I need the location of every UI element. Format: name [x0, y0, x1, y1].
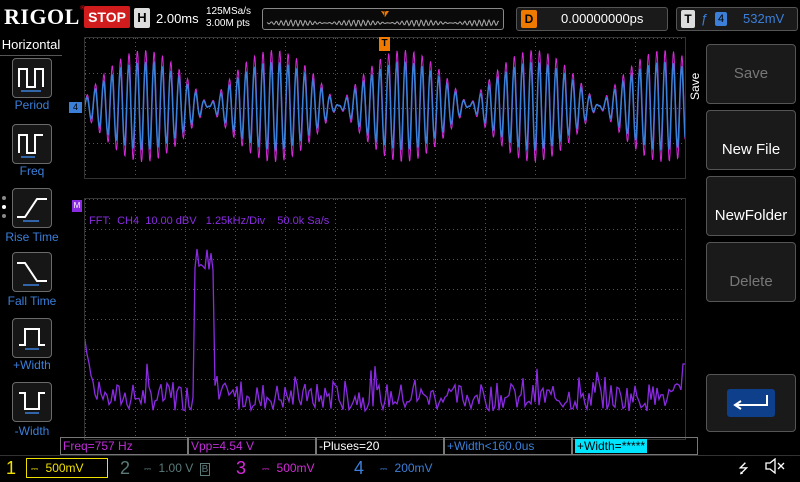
run-stop-status[interactable]: STOP: [84, 6, 130, 28]
horizontal-menu-title: Horizontal: [1, 37, 61, 52]
positive-width-button[interactable]: [12, 318, 52, 358]
freq-button[interactable]: [12, 124, 52, 164]
save-menu-title: Save: [688, 72, 702, 100]
ch1-panel[interactable]: ⎓ 500mV: [26, 458, 108, 478]
fft-grid[interactable]: FFT: CH4 10.00 dBV 1.25kHz/Div 50.0k Sa/…: [84, 198, 686, 440]
delay-value: 0.00000000ps: [561, 11, 644, 26]
save-button[interactable]: Save: [706, 44, 796, 104]
period-label: Period: [14, 98, 50, 112]
fft-info-label: FFT: CH4 10.00 dBV 1.25kHz/Div 50.0k Sa/…: [89, 215, 330, 227]
negative-width-label: -Width: [14, 424, 50, 438]
memory-overview-bar[interactable]: T: [262, 8, 504, 30]
ch1-number[interactable]: 1: [6, 457, 16, 479]
math-offset-marker[interactable]: M: [72, 200, 82, 212]
usb-icon: ⭍: [738, 461, 749, 476]
fall-time-label: Fall Time: [7, 294, 57, 308]
return-button[interactable]: [706, 374, 796, 432]
period-icon: [18, 68, 44, 92]
fall-time-icon: [17, 262, 47, 286]
trigger-panel[interactable]: T ƒ 4 532mV: [676, 7, 798, 31]
trigger-level: 532mV: [743, 11, 785, 26]
ch3-coupling-icon: ⎓: [262, 464, 270, 474]
delay-key: D: [521, 10, 537, 28]
timebase-value[interactable]: 2.00ms: [156, 11, 199, 26]
rise-time-label: Rise Time: [5, 230, 59, 244]
fall-time-button[interactable]: [12, 252, 52, 292]
ch3-number[interactable]: 3: [236, 457, 246, 479]
measurement-vpp[interactable]: Vpp=4.54 V: [188, 437, 316, 455]
ch2-scale: 1.00 V: [158, 461, 194, 475]
positive-width-icon: [19, 328, 45, 350]
ch1-scale: 500mV: [45, 461, 84, 475]
delay-panel[interactable]: D 0.00000000ps: [516, 7, 668, 31]
trigger-edge-icon: ƒ: [701, 11, 709, 26]
ch3-panel[interactable]: ⎓ 500mV: [258, 457, 338, 479]
ch4-offset-marker[interactable]: 4: [69, 102, 82, 113]
svg-text:T: T: [382, 11, 387, 18]
sample-rate: 125MSa/s: [206, 6, 252, 17]
measurement-pos-width-2[interactable]: +Width=*****: [572, 437, 698, 455]
negative-width-icon: [19, 392, 45, 414]
memory-depth: 3.00M pts: [206, 18, 250, 29]
trigger-key: T: [681, 10, 695, 28]
page-dot-active: [2, 205, 6, 209]
new-folder-button[interactable]: NewFolder: [706, 176, 796, 236]
ch2-panel[interactable]: ⎓ 1.00 V B: [140, 457, 216, 479]
measurement-pos-width-2-value: +Width=*****: [575, 439, 648, 453]
fft-trace: [85, 248, 685, 413]
acquisition-info: 125MSa/s 3.00M pts: [206, 6, 258, 30]
freq-label: Freq: [19, 164, 45, 178]
freq-icon: [18, 134, 43, 158]
waveform-grid[interactable]: [84, 37, 686, 179]
top-status-bar: RIGOL® STOP H 2.00ms 125MSa/s 3.00M pts …: [0, 0, 800, 36]
ch2-bandwidth-icon: B: [199, 463, 211, 476]
ch4-scale: 200mV: [394, 461, 433, 475]
page-dot: [2, 214, 6, 218]
ch3-scale: 500mV: [276, 461, 315, 475]
rise-time-icon: [17, 198, 47, 222]
menu-divider: [0, 55, 62, 56]
measurement-pos-width[interactable]: +Width<160.0us: [444, 437, 572, 455]
speaker-mute-icon[interactable]: [764, 457, 786, 479]
ch4-number[interactable]: 4: [354, 457, 364, 479]
ch4-coupling-icon: ⎓: [380, 464, 388, 474]
new-file-button[interactable]: New File: [706, 110, 796, 170]
page-dot: [2, 196, 6, 200]
ch2-coupling-icon: ⎓: [144, 464, 152, 474]
negative-width-button[interactable]: [12, 382, 52, 422]
trigger-position-marker[interactable]: T: [379, 37, 390, 51]
positive-width-label: +Width: [13, 358, 51, 372]
ch1-coupling-icon: ⎓: [31, 464, 39, 474]
trigger-source: 4: [715, 12, 727, 26]
rise-time-button[interactable]: [12, 188, 52, 228]
timebase-key: H: [134, 8, 150, 28]
ch2-number[interactable]: 2: [120, 457, 130, 479]
measurement-freq[interactable]: Freq=757 Hz: [60, 437, 188, 455]
measurement-neg-pulses[interactable]: -Pluses=20: [316, 437, 444, 455]
delete-button[interactable]: Delete: [706, 242, 796, 302]
period-button[interactable]: [12, 58, 52, 98]
ch4-panel[interactable]: ⎓ 200mV: [376, 457, 456, 479]
rigol-logo: RIGOL®: [4, 4, 86, 29]
return-arrow-icon: [727, 389, 775, 417]
